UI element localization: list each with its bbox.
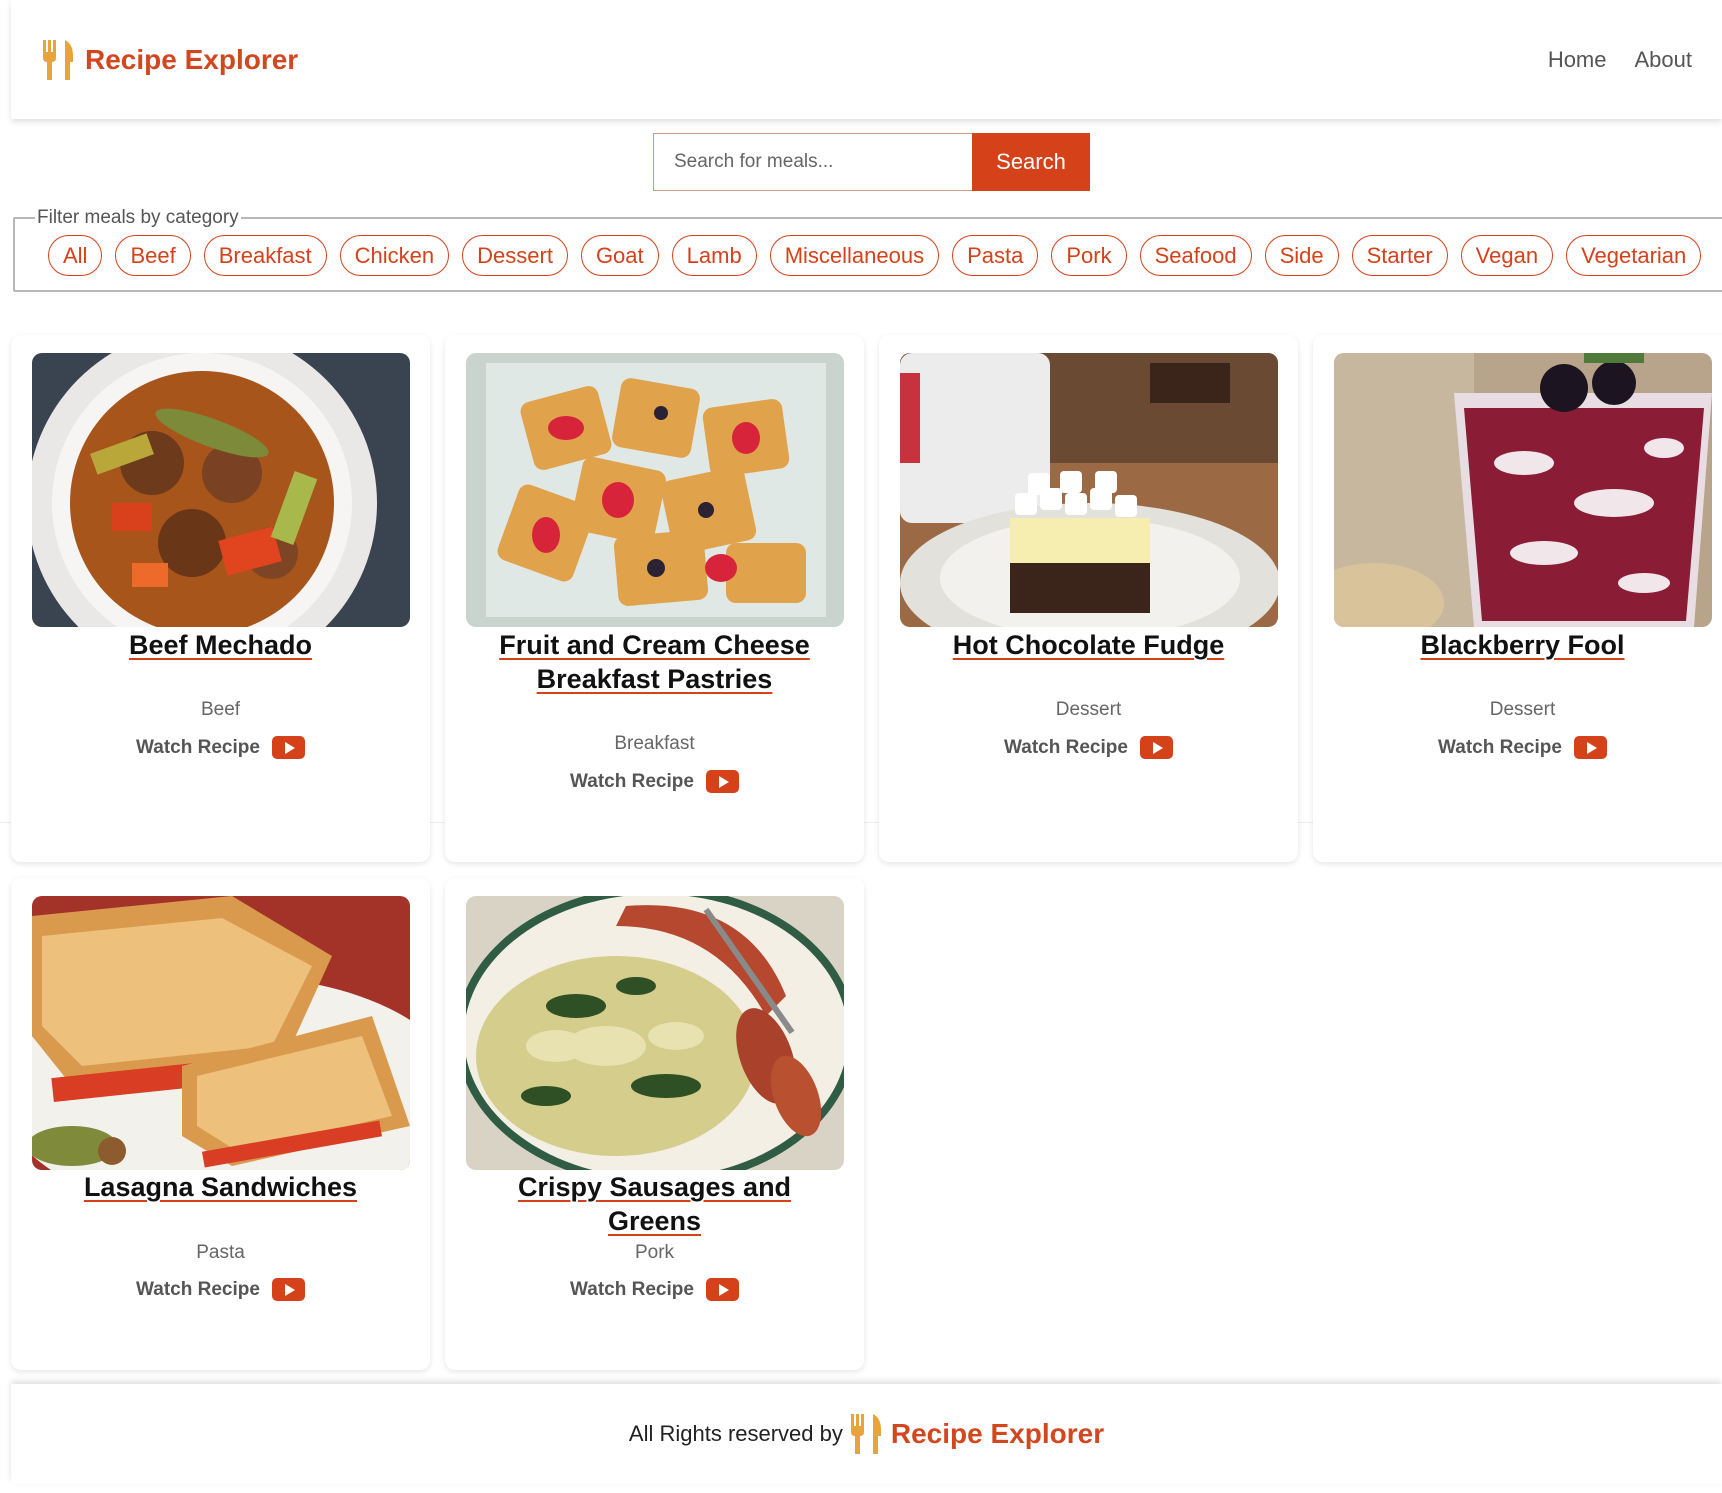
meal-image[interactable] xyxy=(1334,353,1712,627)
meal-category: Breakfast xyxy=(614,733,695,754)
meal-title-link[interactable]: Crispy Sausages and Greens xyxy=(475,1170,835,1238)
meal-image[interactable] xyxy=(466,896,844,1170)
meal-card[interactable]: Beef Mechado Beef Watch Recipe xyxy=(11,335,430,862)
watch-recipe-link[interactable]: Watch Recipe xyxy=(445,1278,864,1301)
brand-logo[interactable]: Recipe Explorer xyxy=(41,38,298,82)
meal-title-link[interactable]: Fruit and Cream Cheese Breakfast Pastrie… xyxy=(475,628,835,696)
site-footer: All Rights reserved by Recipe Explorer xyxy=(11,1384,1722,1484)
watch-recipe-label: Watch Recipe xyxy=(136,1278,260,1300)
category-chip-seafood[interactable]: Seafood xyxy=(1139,235,1252,276)
category-chip-lamb[interactable]: Lamb xyxy=(671,235,757,276)
meal-title-wrap: Hot Chocolate Fudge xyxy=(879,628,1298,662)
meal-title-link[interactable]: Beef Mechado xyxy=(129,628,312,662)
youtube-play-icon xyxy=(1573,736,1607,759)
category-chip-side[interactable]: Side xyxy=(1264,235,1339,276)
meal-title-wrap: Blackberry Fool xyxy=(1313,628,1722,662)
category-chip-dessert[interactable]: Dessert xyxy=(462,235,568,276)
search-button[interactable]: Search xyxy=(972,133,1090,191)
filter-legend: Filter meals by category xyxy=(37,207,239,228)
watch-recipe-label: Watch Recipe xyxy=(570,1278,694,1300)
nav-home-link[interactable]: Home xyxy=(1548,47,1607,73)
meal-card[interactable]: Crispy Sausages and Greens Pork Watch Re… xyxy=(445,878,864,1370)
meal-card[interactable]: Blackberry Fool Dessert Watch Recipe xyxy=(1313,335,1722,862)
category-chip-chicken[interactable]: Chicken xyxy=(339,235,450,276)
fork-and-knife-icon xyxy=(850,1414,881,1454)
youtube-play-icon xyxy=(705,1278,739,1301)
footer-rights-text: All Rights reserved by xyxy=(628,1421,843,1446)
category-chip-miscellaneous[interactable]: Miscellaneous xyxy=(769,235,940,276)
watch-recipe-link[interactable]: Watch Recipe xyxy=(11,1278,430,1301)
footer-brand-name: Recipe Explorer xyxy=(890,1418,1105,1449)
meal-title-wrap: Lasagna Sandwiches xyxy=(11,1170,430,1204)
category-chip-beef[interactable]: Beef xyxy=(115,235,191,276)
category-chip-starter[interactable]: Starter xyxy=(1351,235,1448,276)
meal-category: Pasta xyxy=(196,1242,245,1263)
youtube-play-icon xyxy=(271,1278,305,1301)
meal-title-link[interactable]: Hot Chocolate Fudge xyxy=(953,628,1225,662)
category-chip-pasta[interactable]: Pasta xyxy=(952,235,1039,276)
youtube-play-icon xyxy=(1139,736,1173,759)
meal-image[interactable] xyxy=(32,353,410,627)
brand-name: Recipe Explorer xyxy=(85,43,299,75)
meal-card[interactable]: Lasagna Sandwiches Pasta Watch Recipe xyxy=(11,878,430,1370)
watch-recipe-label: Watch Recipe xyxy=(136,736,260,758)
watch-recipe-link[interactable]: Watch Recipe xyxy=(879,736,1298,759)
meal-category: Dessert xyxy=(1055,699,1122,720)
meal-image[interactable] xyxy=(32,896,410,1170)
watch-recipe-label: Watch Recipe xyxy=(1004,736,1128,758)
meal-image[interactable] xyxy=(466,353,844,627)
meal-category: Beef xyxy=(200,699,241,720)
category-chip-vegetarian[interactable]: Vegetarian xyxy=(1566,235,1702,276)
category-chip-pork[interactable]: Pork xyxy=(1051,235,1127,276)
main-nav: Home About xyxy=(1548,47,1692,73)
fork-and-knife-icon xyxy=(43,39,73,80)
meal-category: Dessert xyxy=(1489,699,1556,720)
meal-image[interactable] xyxy=(900,353,1278,627)
youtube-play-icon xyxy=(271,736,305,759)
meal-title-wrap: Crispy Sausages and Greens xyxy=(445,1170,864,1238)
category-chip-vegan[interactable]: Vegan xyxy=(1460,235,1554,276)
watch-recipe-link[interactable]: Watch Recipe xyxy=(1313,736,1722,759)
watch-recipe-label: Watch Recipe xyxy=(1438,736,1562,758)
meal-title-link[interactable]: Blackberry Fool xyxy=(1420,628,1624,662)
meal-title-wrap: Fruit and Cream Cheese Breakfast Pastrie… xyxy=(445,628,864,696)
search-input[interactable] xyxy=(653,133,972,191)
category-chip-goat[interactable]: Goat xyxy=(580,235,659,276)
search-form: Search xyxy=(653,133,1090,191)
site-header: Recipe Explorer Home About xyxy=(11,0,1722,119)
youtube-play-icon xyxy=(705,770,739,793)
watch-recipe-label: Watch Recipe xyxy=(570,770,694,792)
category-chips: All Beef Breakfast Chicken Dessert Goat … xyxy=(15,229,1722,276)
category-chip-all[interactable]: All xyxy=(48,235,103,276)
category-filter: Filter meals by category All Beef Breakf… xyxy=(13,207,1722,292)
meal-category: Pork xyxy=(634,1242,675,1263)
watch-recipe-link[interactable]: Watch Recipe xyxy=(11,736,430,759)
category-chip-breakfast[interactable]: Breakfast xyxy=(203,235,327,276)
watch-recipe-link[interactable]: Watch Recipe xyxy=(445,770,864,793)
meal-card[interactable]: Fruit and Cream Cheese Breakfast Pastrie… xyxy=(445,335,864,862)
nav-about-link[interactable]: About xyxy=(1635,47,1693,73)
meal-card[interactable]: Hot Chocolate Fudge Dessert Watch Recipe xyxy=(879,335,1298,862)
meal-title-wrap: Beef Mechado xyxy=(11,628,430,662)
meal-title-link[interactable]: Lasagna Sandwiches xyxy=(84,1170,357,1204)
